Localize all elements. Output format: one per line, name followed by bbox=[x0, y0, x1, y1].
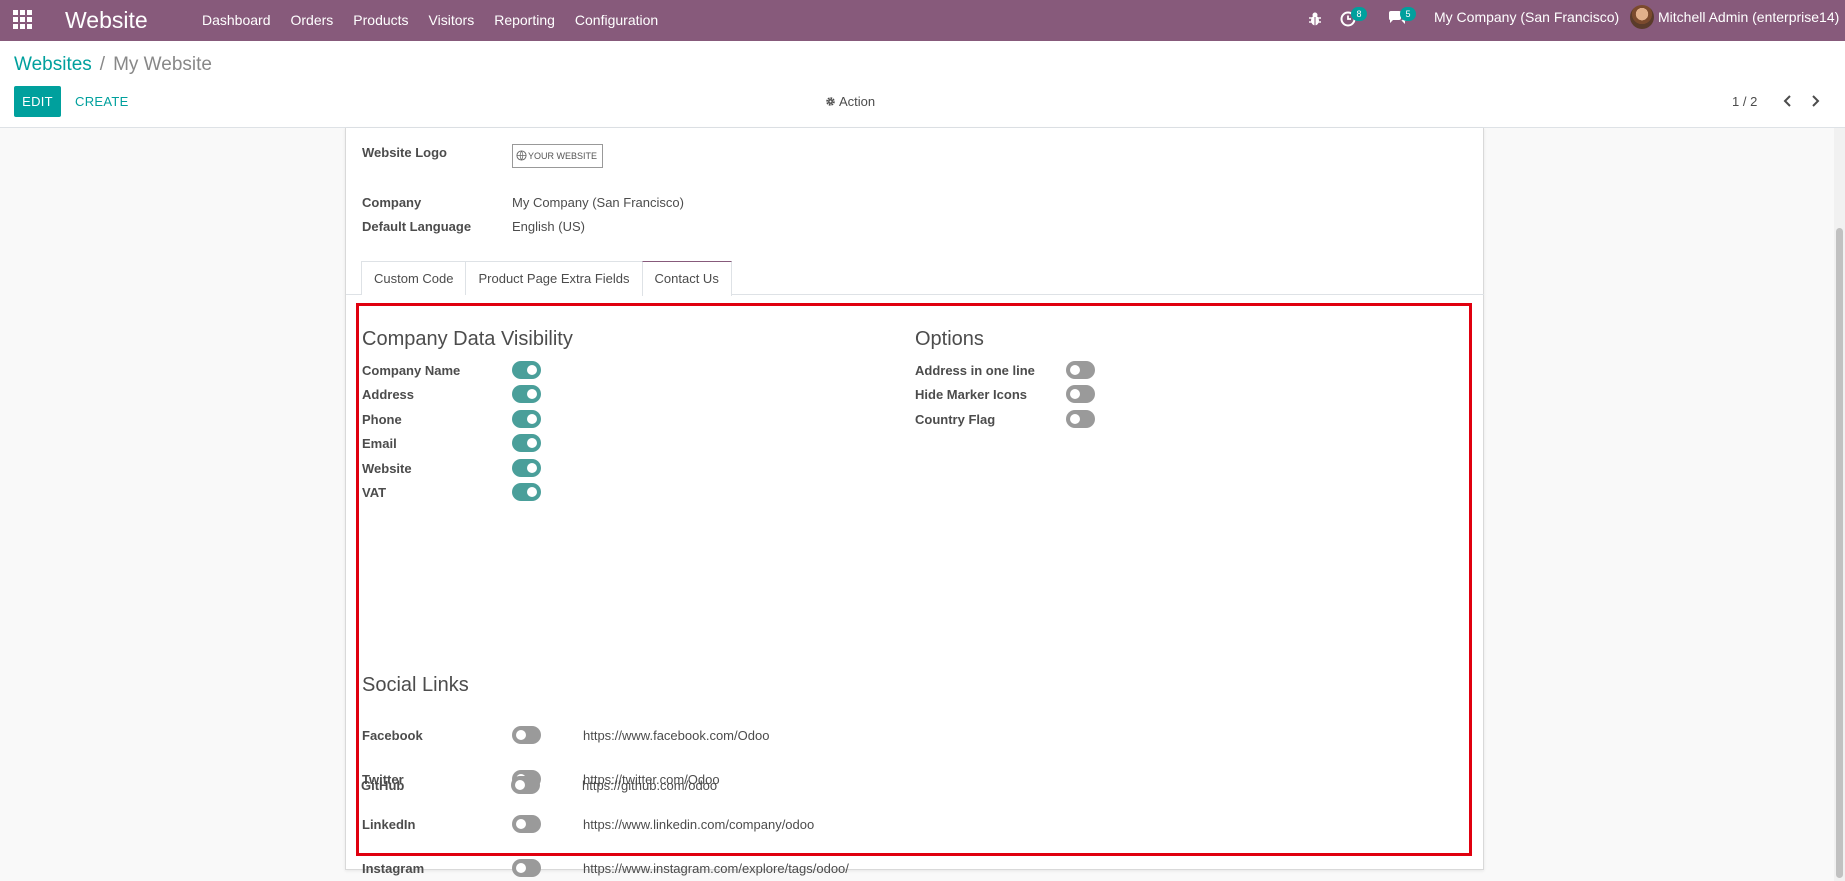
vat-label: VAT bbox=[362, 485, 387, 500]
default-language-value[interactable]: English (US) bbox=[512, 219, 585, 234]
facebook-toggle[interactable] bbox=[512, 726, 541, 744]
activity-count-badge: 8 bbox=[1351, 7, 1367, 21]
facebook-url[interactable]: https://www.facebook.com/Odoo bbox=[583, 728, 769, 743]
tab-contact-us[interactable]: Contact Us bbox=[641, 261, 732, 296]
linkedin-label: LinkedIn bbox=[362, 817, 416, 832]
hide-marker-icons-label: Hide Marker Icons bbox=[915, 387, 1027, 402]
company-name-toggle[interactable] bbox=[512, 361, 541, 379]
default-language-label: Default Language bbox=[362, 219, 472, 234]
menu-reporting[interactable]: Reporting bbox=[484, 0, 565, 41]
menu-dashboard[interactable]: Dashboard bbox=[192, 0, 281, 41]
breadcrumb: Websites / My Website bbox=[14, 53, 212, 77]
breadcrumb-separator: / bbox=[99, 54, 106, 75]
email-toggle[interactable] bbox=[512, 434, 541, 452]
page-scrollbar[interactable] bbox=[1834, 128, 1845, 881]
user-avatar[interactable] bbox=[1630, 5, 1654, 29]
notebook-tabs: Custom Code Product Page Extra Fields Co… bbox=[361, 261, 732, 296]
menu-orders[interactable]: Orders bbox=[281, 0, 344, 41]
top-navbar: Website Dashboard Orders Products Visito… bbox=[0, 0, 1845, 41]
address-label: Address bbox=[362, 387, 415, 402]
company-switcher[interactable]: My Company (San Francisco) bbox=[1434, 0, 1619, 35]
address-one-line-toggle[interactable] bbox=[1066, 361, 1095, 379]
menu-visitors[interactable]: Visitors bbox=[419, 0, 485, 41]
github-toggle[interactable] bbox=[511, 776, 540, 794]
linkedin-toggle[interactable] bbox=[512, 815, 541, 833]
website-logo-image[interactable]: YOUR WEBSITE bbox=[512, 144, 603, 168]
create-button[interactable]: CREATE bbox=[75, 86, 129, 117]
company-data-visibility-title: Company Data Visibility bbox=[362, 328, 573, 350]
action-menu-button[interactable]: Action bbox=[825, 86, 875, 117]
chevron-left-icon[interactable] bbox=[1780, 93, 1796, 109]
website-toggle[interactable] bbox=[512, 459, 541, 477]
app-brand[interactable]: Website bbox=[65, 5, 148, 35]
message-count-badge: 5 bbox=[1400, 7, 1416, 21]
website-label: Website bbox=[362, 461, 412, 476]
options-title: Options bbox=[915, 328, 984, 350]
logo-text: YOUR WEBSITE bbox=[528, 151, 598, 161]
instagram-label: Instagram bbox=[362, 861, 425, 876]
website-logo-label: Website Logo bbox=[362, 145, 447, 160]
company-name-label: Company Name bbox=[362, 363, 461, 378]
social-links-title: Social Links bbox=[362, 674, 469, 696]
bug-icon[interactable] bbox=[1307, 11, 1323, 27]
company-label: Company bbox=[362, 195, 422, 210]
breadcrumb-websites[interactable]: Websites bbox=[14, 54, 92, 75]
email-label: Email bbox=[362, 436, 397, 451]
action-label: Action bbox=[839, 94, 876, 109]
linkedin-url[interactable]: https://www.linkedin.com/company/odoo bbox=[583, 817, 814, 832]
tab-product-page-extra-fields[interactable]: Product Page Extra Fields bbox=[465, 261, 643, 295]
user-menu[interactable]: Mitchell Admin (enterprise14) bbox=[1658, 0, 1839, 35]
country-flag-label: Country Flag bbox=[915, 412, 996, 427]
main-menu: Dashboard Orders Products Visitors Repor… bbox=[192, 0, 668, 41]
address-one-line-label: Address in one line bbox=[915, 363, 1035, 378]
menu-products[interactable]: Products bbox=[343, 0, 418, 41]
form-sheet: Website Logo YOUR WEBSITE Company My Com… bbox=[345, 128, 1484, 877]
gear-icon bbox=[826, 97, 835, 106]
company-value[interactable]: My Company (San Francisco) bbox=[512, 195, 684, 210]
github-label: GitHub bbox=[361, 778, 405, 793]
phone-label: Phone bbox=[362, 412, 402, 427]
country-flag-toggle[interactable] bbox=[1066, 410, 1095, 428]
apps-menu-icon[interactable] bbox=[13, 10, 32, 29]
scrollbar-thumb[interactable] bbox=[1836, 228, 1843, 878]
vat-toggle[interactable] bbox=[512, 483, 541, 501]
instagram-url[interactable]: https://www.instagram.com/explore/tags/o… bbox=[583, 861, 849, 876]
chevron-right-icon[interactable] bbox=[1807, 93, 1823, 109]
facebook-label: Facebook bbox=[362, 728, 423, 743]
menu-configuration[interactable]: Configuration bbox=[565, 0, 668, 41]
control-panel: Websites / My Website EDIT CREATE Action 1… bbox=[0, 41, 1845, 128]
github-url[interactable]: https://github.com/odoo bbox=[582, 778, 717, 793]
hide-marker-icons-toggle[interactable] bbox=[1066, 385, 1095, 403]
instagram-toggle[interactable] bbox=[512, 859, 541, 877]
tab-custom-code[interactable]: Custom Code bbox=[361, 261, 467, 295]
pager-value[interactable]: 1 / 2 bbox=[1732, 86, 1757, 117]
address-toggle[interactable] bbox=[512, 385, 541, 403]
breadcrumb-current: My Website bbox=[113, 54, 212, 75]
phone-toggle[interactable] bbox=[512, 410, 541, 428]
globe-icon bbox=[516, 150, 527, 161]
edit-button[interactable]: EDIT bbox=[14, 86, 61, 117]
